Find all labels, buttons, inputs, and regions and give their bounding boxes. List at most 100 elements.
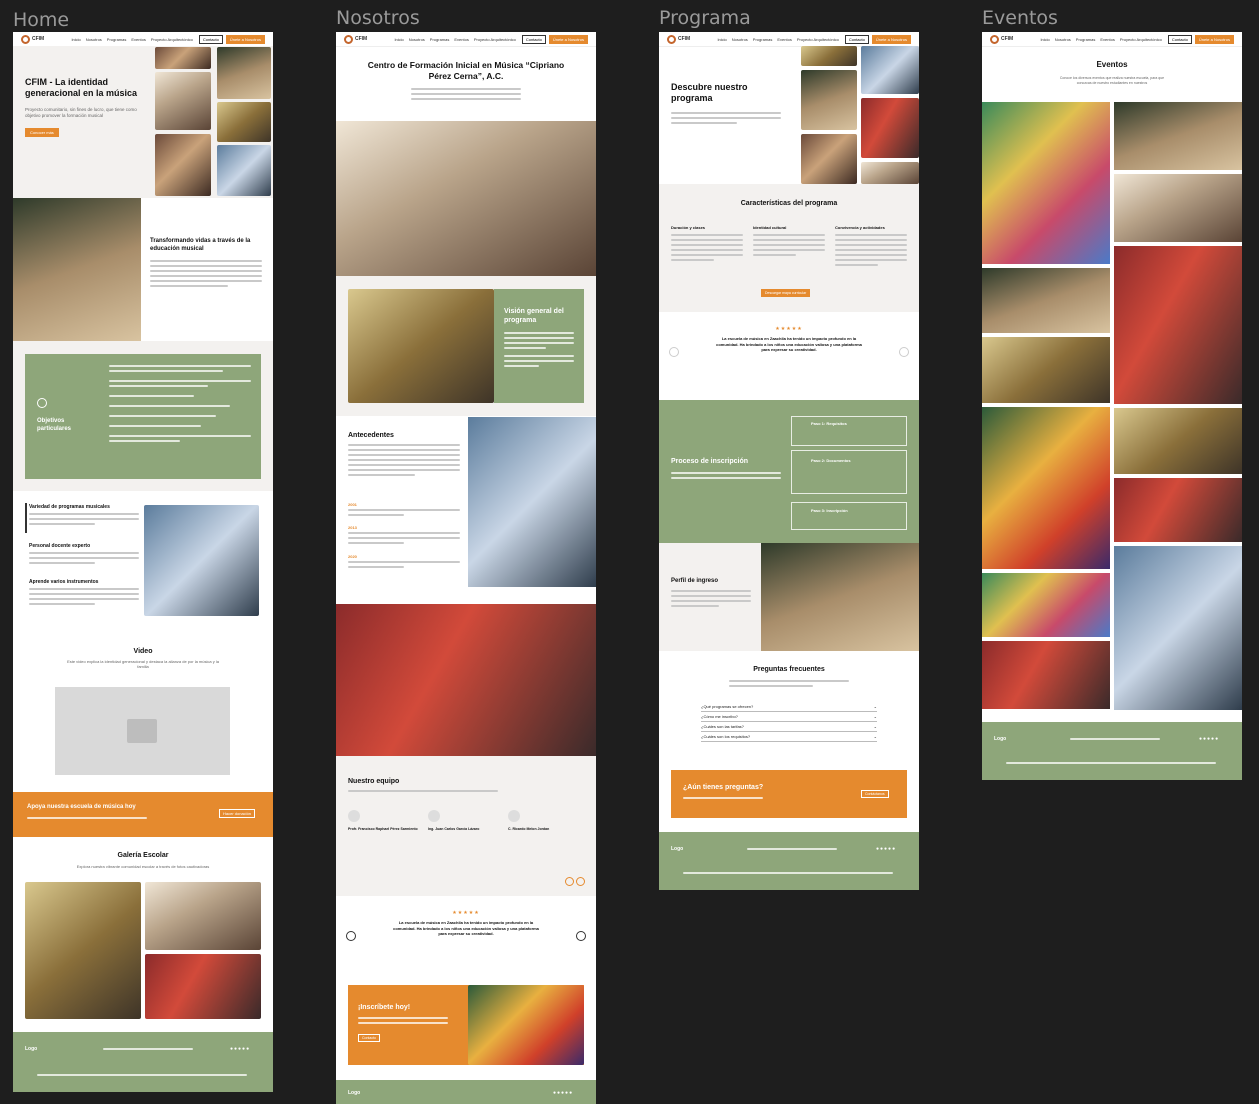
- nav-link-programas[interactable]: Programas: [107, 37, 127, 42]
- prev-arrow-icon[interactable]: [669, 347, 679, 357]
- event-photo[interactable]: [1114, 246, 1242, 404]
- event-photo[interactable]: [1114, 174, 1242, 242]
- vision-photo: [348, 289, 494, 403]
- nav-link-programas[interactable]: Programas: [753, 37, 773, 42]
- footer-logo[interactable]: Logo: [994, 736, 1006, 742]
- nav-link-nosotros[interactable]: Nosotros: [409, 37, 425, 42]
- contact-button[interactable]: Contáctanos: [861, 790, 889, 798]
- nav-link-proyecto[interactable]: Proyecto Arquitectónico: [151, 37, 193, 42]
- event-photo[interactable]: [982, 337, 1110, 403]
- contact-button[interactable]: Contacto: [1167, 34, 1192, 44]
- footer-links[interactable]: [1070, 738, 1160, 743]
- event-photo[interactable]: [1114, 546, 1242, 710]
- logo[interactable]: CFIM: [667, 34, 690, 44]
- equipo-title: Nuestro equipo: [348, 778, 400, 785]
- eventos-title: Eventos: [1096, 60, 1128, 69]
- event-photo[interactable]: [982, 407, 1110, 569]
- faq-item[interactable]: ¿Cuáles son los requisitos? ⌄: [701, 732, 877, 742]
- logo[interactable]: CFIM: [990, 34, 1013, 44]
- band-photo: [336, 604, 596, 756]
- event-photo[interactable]: [1114, 478, 1242, 542]
- footer-logo[interactable]: Logo: [348, 1090, 360, 1096]
- target-icon: [37, 398, 47, 408]
- nav-link-inicio[interactable]: Inicio: [394, 37, 403, 42]
- nav-link-proyecto[interactable]: Proyecto Arquitectónico: [1120, 37, 1162, 42]
- nav-link-nosotros[interactable]: Nosotros: [732, 37, 748, 42]
- contact-button[interactable]: Contacto: [198, 34, 223, 44]
- eventos-text: Conoce los diversos eventos que realiza …: [1059, 76, 1165, 85]
- nav-link-eventos[interactable]: Eventos: [777, 37, 791, 42]
- chevron-down-icon: ⌄: [873, 724, 877, 729]
- nav-link-inicio[interactable]: Inicio: [717, 37, 726, 42]
- faq-item[interactable]: ¿Cuáles son las tarifas? ⌄: [701, 722, 877, 732]
- caracteristicas-title: Características del programa: [740, 200, 838, 207]
- frame-label-home: Home: [13, 9, 70, 31]
- avatar: [428, 810, 440, 822]
- proceso-title: Proceso de inscripción: [671, 458, 749, 465]
- hero-button[interactable]: Conocer más: [25, 128, 59, 137]
- faq-item[interactable]: ¿Cómo me inscribo? ⌄: [701, 712, 877, 722]
- gallery-photo[interactable]: [25, 882, 141, 1019]
- join-button[interactable]: Únete a Nosotros: [225, 34, 265, 44]
- hero-photo: [217, 145, 271, 196]
- footer-links[interactable]: [103, 1048, 193, 1053]
- social-icons[interactable]: ●●●●●: [230, 1046, 250, 1052]
- event-photo[interactable]: [982, 268, 1110, 333]
- gallery-photo[interactable]: [145, 882, 261, 950]
- nav-link-eventos[interactable]: Eventos: [131, 37, 145, 42]
- feature-title: Personal docente experto: [29, 543, 91, 549]
- transform-text: [150, 260, 262, 290]
- feature-text: [29, 513, 139, 528]
- student-photo: [144, 505, 259, 616]
- prev-arrow-icon[interactable]: [565, 877, 574, 886]
- social-icons[interactable]: ●●●●●: [876, 846, 896, 852]
- logo[interactable]: CFIM: [344, 34, 367, 44]
- chevron-down-icon: ⌄: [873, 704, 877, 709]
- event-photo[interactable]: [982, 102, 1110, 264]
- contact-button[interactable]: Contacto: [358, 1034, 381, 1042]
- next-arrow-icon[interactable]: [899, 347, 909, 357]
- next-arrow-icon[interactable]: [576, 931, 586, 941]
- gallery-title: Galería Escolar: [117, 852, 169, 859]
- social-icons[interactable]: ●●●●●: [553, 1090, 573, 1096]
- event-photo[interactable]: [1114, 102, 1242, 170]
- download-button[interactable]: Descargar mapa curricular: [761, 289, 811, 297]
- event-photo[interactable]: [982, 641, 1110, 709]
- footer-links[interactable]: [747, 848, 837, 853]
- footer-logo[interactable]: Logo: [25, 1046, 37, 1052]
- nav-link-proyecto[interactable]: Proyecto Arquitectónico: [474, 37, 516, 42]
- perfil-text: [671, 590, 751, 610]
- next-arrow-icon[interactable]: [576, 877, 585, 886]
- nav-link-inicio[interactable]: Inicio: [71, 37, 80, 42]
- donate-button[interactable]: Hacer donación: [219, 809, 256, 818]
- gallery-photo[interactable]: [145, 954, 261, 1019]
- social-icons[interactable]: ●●●●●: [1199, 736, 1219, 742]
- aun-title: ¿Aún tienes preguntas?: [683, 784, 764, 791]
- event-photo[interactable]: [982, 573, 1110, 637]
- logo[interactable]: CFIM: [21, 34, 44, 44]
- nav-link-programas[interactable]: Programas: [430, 37, 450, 42]
- join-button[interactable]: Únete a Nosotros: [548, 34, 588, 44]
- footer-logo[interactable]: Logo: [671, 846, 683, 852]
- nav-link-nosotros[interactable]: Nosotros: [1055, 37, 1071, 42]
- event-photo[interactable]: [1114, 408, 1242, 474]
- hero-photo: [155, 47, 211, 69]
- paso-card: [791, 416, 907, 446]
- nav-link-inicio[interactable]: Inicio: [1040, 37, 1049, 42]
- nav-link-eventos[interactable]: Eventos: [1100, 37, 1114, 42]
- feature-title: Aprende varios instrumentos: [29, 579, 99, 585]
- join-button[interactable]: Únete a Nosotros: [871, 34, 911, 44]
- video-text: Este video explica la identidad generaci…: [67, 659, 219, 669]
- hero-title: Centro de Formación Inicial en Música “C…: [367, 60, 565, 81]
- contact-button[interactable]: Contacto: [844, 34, 869, 44]
- faq-item[interactable]: ¿Qué programas se ofrecen? ⌄: [701, 702, 877, 712]
- contact-button[interactable]: Contacto: [521, 34, 546, 44]
- prev-arrow-icon[interactable]: [346, 931, 356, 941]
- video-player[interactable]: [55, 687, 230, 775]
- aun-text: [683, 797, 763, 802]
- join-button[interactable]: Únete a Nosotros: [1194, 34, 1234, 44]
- nav-link-proyecto[interactable]: Proyecto Arquitectónico: [797, 37, 839, 42]
- nav-link-eventos[interactable]: Eventos: [454, 37, 468, 42]
- nav-link-programas[interactable]: Programas: [1076, 37, 1096, 42]
- nav-link-nosotros[interactable]: Nosotros: [86, 37, 102, 42]
